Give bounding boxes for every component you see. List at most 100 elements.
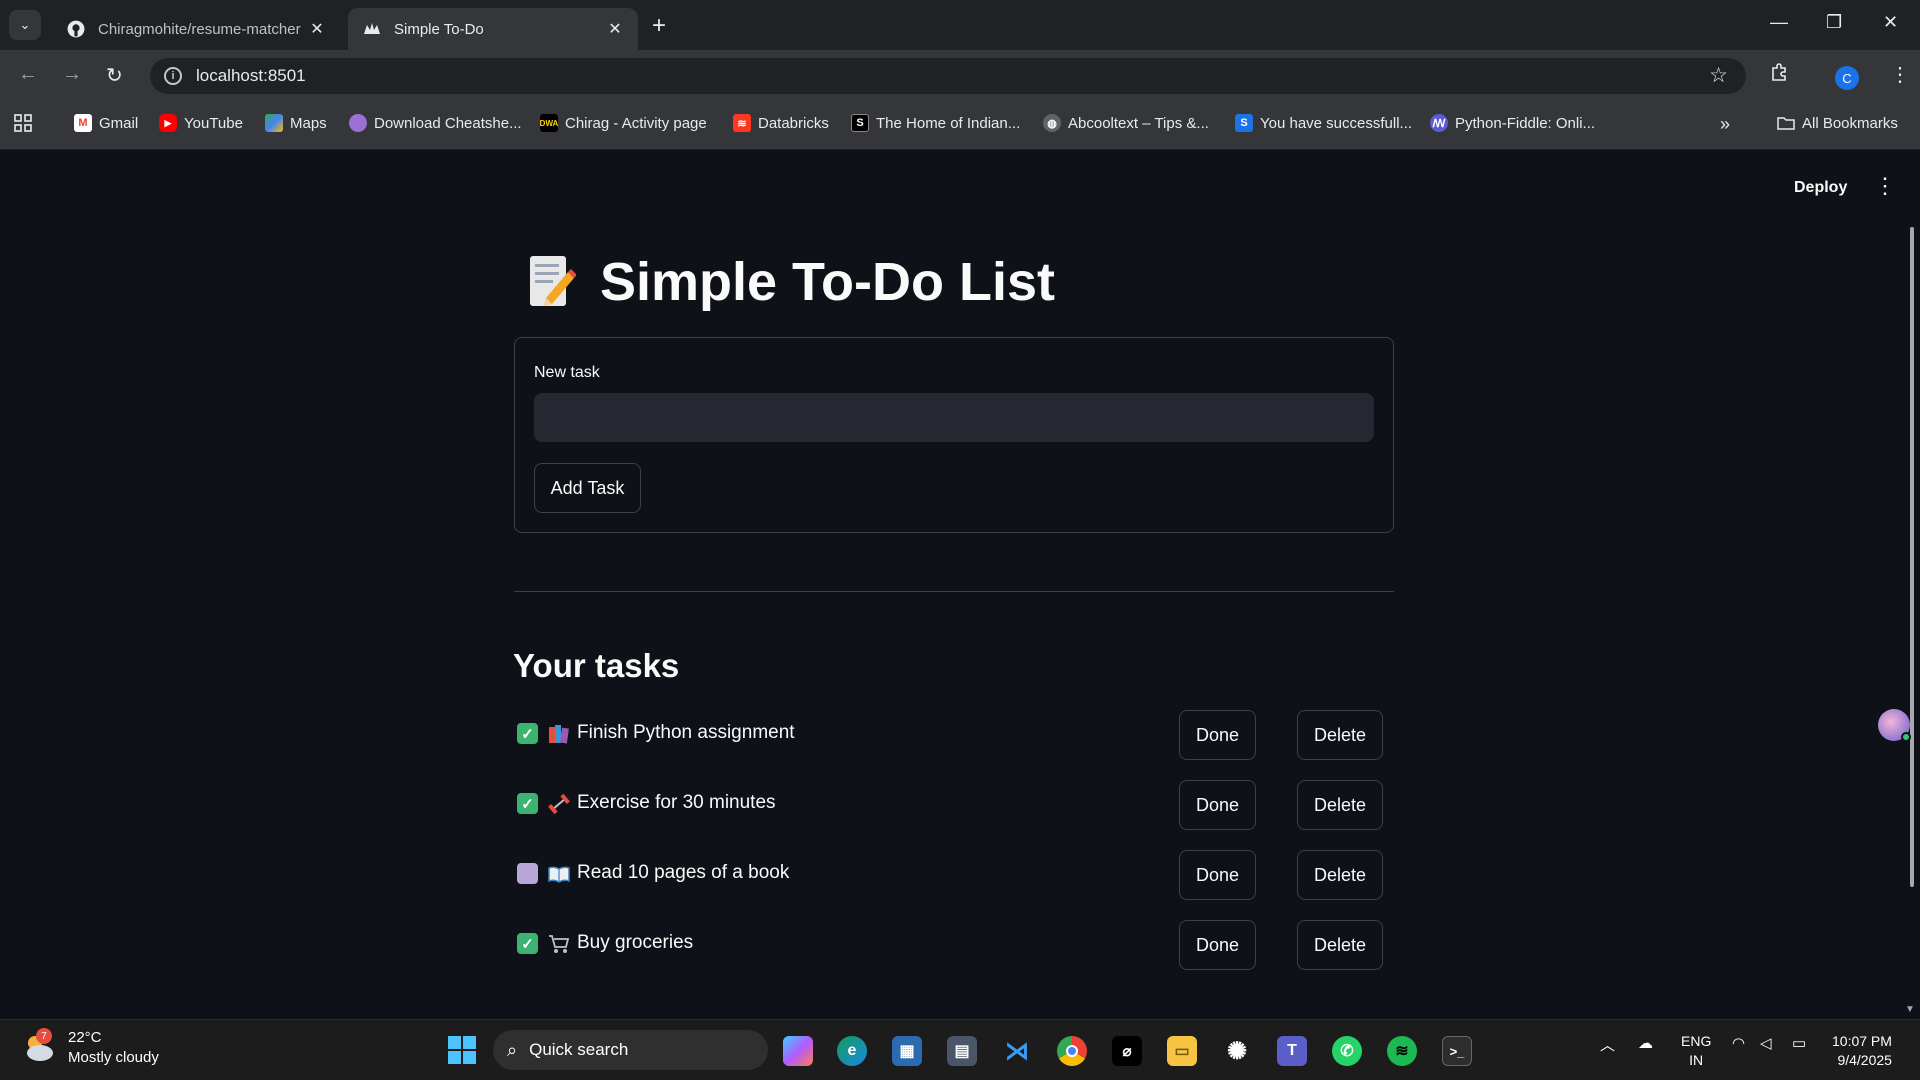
menu-kebab-icon[interactable]: ⋮ (1890, 62, 1910, 87)
tab-search-button[interactable]: ⌄ (9, 10, 41, 40)
bookmarks-bar: M Gmail ▶ YouTube Maps Download Cheatshe… (0, 100, 1920, 150)
streamlit-icon (362, 19, 382, 39)
streamlit-app: Deploy ⋮ ▼ Simple To-Do List New task Ad… (0, 151, 1920, 1019)
bookmark-youtube[interactable]: ▶ YouTube (159, 114, 243, 132)
done-button[interactable]: Done (1179, 780, 1256, 830)
delete-button[interactable]: Delete (1297, 920, 1383, 970)
volume-icon[interactable]: ◁ (1760, 1034, 1772, 1052)
checked-checkbox-icon[interactable]: ✓ (517, 723, 538, 744)
new-task-label: New task (534, 364, 600, 381)
extensions-icon[interactable] (1770, 62, 1790, 88)
delete-button[interactable]: Delete (1297, 850, 1383, 900)
done-button[interactable]: Done (1179, 710, 1256, 760)
app-menu-icon[interactable]: ⋮ (1874, 173, 1896, 199)
teams-icon[interactable]: T (1277, 1036, 1307, 1066)
unchecked-checkbox-icon[interactable] (517, 863, 538, 884)
page-title-row: Simple To-Do List (526, 251, 1055, 313)
taskbar-search[interactable]: ⌕ Quick search (493, 1030, 768, 1070)
tab-github[interactable]: Chiragmohite/resume-matcher ✕ (52, 8, 340, 50)
s-icon: S (851, 114, 869, 132)
windows-start-icon[interactable] (446, 1034, 478, 1066)
weather-badge: 7 (36, 1028, 52, 1044)
apps-grid-icon[interactable] (14, 114, 32, 132)
task-row: ✓ Exercise for 30 minutes Done Delete (514, 780, 1394, 832)
weather-temp: 22°C (68, 1029, 102, 1046)
checked-checkbox-icon[interactable]: ✓ (517, 933, 538, 954)
bookmark-label: Maps (290, 114, 327, 132)
books-icon (548, 723, 570, 745)
calculator-icon[interactable]: ▤ (947, 1036, 977, 1066)
profile-avatar[interactable]: C (1835, 66, 1859, 90)
weather-widget[interactable]: 7 22°C Mostly cloudy (22, 1028, 159, 1068)
bookmark-chirag-activity[interactable]: DWA Chirag - Activity page (540, 114, 707, 132)
delete-button[interactable]: Delete (1297, 710, 1383, 760)
wifi-icon[interactable]: ◠ (1732, 1034, 1745, 1052)
forward-icon[interactable]: → (62, 63, 82, 86)
close-icon[interactable]: ✕ (606, 19, 624, 39)
address-bar[interactable]: i localhost:8501 ☆ (150, 58, 1746, 94)
divider (514, 591, 1394, 592)
bookmark-label: Gmail (99, 114, 139, 132)
bookmark-home-of-indian[interactable]: S The Home of Indian... (851, 114, 1020, 132)
system-clock[interactable]: 10:07 PM 9/4/2025 (1832, 1032, 1892, 1070)
bookmark-star-icon[interactable]: ☆ (1709, 63, 1728, 88)
back-icon[interactable]: ← (18, 63, 38, 86)
add-task-button[interactable]: Add Task (534, 463, 641, 513)
online-status-dot (1901, 732, 1911, 742)
bookmark-abcooltext[interactable]: ◍ Abcooltext – Tips &... (1043, 114, 1209, 132)
bookmark-label: You have successfull... (1260, 114, 1413, 132)
new-task-input[interactable] (534, 393, 1374, 442)
window-close-icon[interactable]: ✕ (1883, 12, 1898, 33)
scroll-down-arrow-icon[interactable]: ▼ (1905, 1004, 1915, 1015)
tab-label: Chiragmohite/resume-matcher (98, 20, 301, 38)
whatsapp-icon[interactable]: ✆ (1332, 1036, 1362, 1066)
page-title: Simple To-Do List (600, 252, 1055, 312)
scrollbar-thumb[interactable] (1910, 227, 1914, 887)
bookmark-databricks[interactable]: ≋ Databricks (733, 114, 829, 132)
cursor-app-icon[interactable]: ⌀ (1112, 1036, 1142, 1066)
battery-icon[interactable]: ▭ (1792, 1034, 1806, 1052)
copilot-icon[interactable] (783, 1036, 813, 1066)
url-text: localhost:8501 (196, 66, 306, 85)
bookmark-label: All Bookmarks (1802, 114, 1898, 132)
more-bookmarks-icon[interactable]: » (1720, 114, 1730, 135)
done-button[interactable]: Done (1179, 850, 1256, 900)
all-bookmarks-folder[interactable]: All Bookmarks (1777, 114, 1898, 132)
delete-button[interactable]: Delete (1297, 780, 1383, 830)
show-hidden-icons-chevron-icon[interactable]: ︿ (1600, 1034, 1615, 1055)
reload-icon[interactable]: ↻ (106, 63, 123, 88)
task-row: Read 10 pages of a book Done Delete (514, 850, 1394, 902)
store-icon[interactable]: ▦ (892, 1036, 922, 1066)
bookmark-python-fiddle[interactable]: ꟿ Python-Fiddle: Onli... (1430, 114, 1595, 132)
shopping-cart-icon (548, 933, 570, 955)
minimize-icon[interactable]: — (1770, 12, 1788, 33)
onedrive-error-icon[interactable]: ☁ (1638, 1034, 1653, 1052)
search-icon: ⌕ (507, 1039, 518, 1060)
restore-icon[interactable]: ❐ (1826, 12, 1842, 33)
browser-tab-bar: ⌄ Chiragmohite/resume-matcher ✕ Simple T… (0, 0, 1920, 50)
bookmark-cheatsheet[interactable]: Download Cheatshe... (349, 114, 522, 132)
bookmark-gmail[interactable]: M Gmail (74, 114, 138, 132)
deploy-button[interactable]: Deploy (1794, 179, 1847, 197)
done-button[interactable]: Done (1179, 920, 1256, 970)
edge-icon[interactable]: e (837, 1036, 867, 1066)
floating-assistant-avatar[interactable] (1878, 709, 1911, 742)
tasks-heading: Your tasks (513, 647, 680, 684)
terminal-icon[interactable]: >_ (1442, 1036, 1472, 1066)
bookmark-maps[interactable]: Maps (265, 114, 327, 132)
browser-toolbar: ← → ↻ i localhost:8501 ☆ ⋮ (0, 50, 1920, 100)
new-tab-icon[interactable]: + (652, 12, 666, 40)
checked-checkbox-icon[interactable]: ✓ (517, 793, 538, 814)
language-indicator[interactable]: ENG IN (1681, 1032, 1711, 1070)
tab-simple-todo[interactable]: Simple To-Do ✕ (348, 8, 638, 50)
databricks-icon: ≋ (733, 114, 751, 132)
chatgpt-icon[interactable]: ✺ (1222, 1036, 1252, 1066)
new-task-form: New task Add Task (514, 337, 1394, 533)
chrome-icon[interactable] (1057, 1036, 1087, 1066)
bookmark-you-have-successfully[interactable]: S You have successfull... (1235, 114, 1412, 132)
file-explorer-icon[interactable]: ▭ (1167, 1036, 1197, 1066)
vscode-icon[interactable]: ⋊ (1002, 1036, 1032, 1066)
spotify-icon[interactable]: ≋ (1387, 1036, 1417, 1066)
close-icon[interactable]: ✕ (308, 19, 326, 39)
site-info-icon[interactable]: i (164, 67, 182, 85)
